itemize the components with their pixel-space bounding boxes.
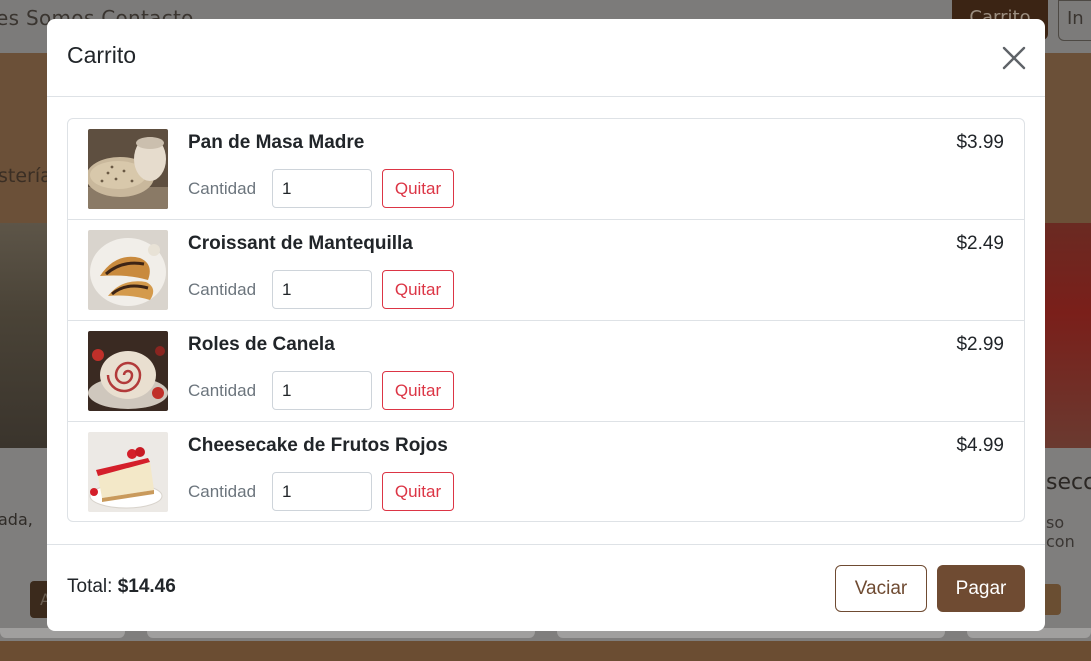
background-hero-text: stería [0,165,52,187]
cart-modal: Carrito Pan de Masa Madre Cantidad 1 Qui… [47,19,1045,631]
pay-button[interactable]: Pagar [937,565,1025,612]
item-price: $2.49 [956,233,1004,254]
item-price: $3.99 [956,132,1004,153]
total-value: $14.46 [117,576,176,597]
quantity-input[interactable] [272,371,372,410]
background-login-button: In [1058,0,1091,41]
quantity-input[interactable] [272,169,372,208]
quantity-label: Cantidad [188,482,257,501]
remove-button[interactable]: Quitar [382,371,454,410]
product-image-sourdough [88,129,168,209]
item-price: $4.99 [956,435,1004,456]
background-product-image-left [0,223,47,448]
item-name: Cheesecake de Frutos Rojos [188,435,448,456]
background-card-text-right: so con [1046,513,1075,551]
item-name: Croissant de Mantequilla [188,233,413,254]
modal-body: Pan de Masa Madre Cantidad Quitar $3.99 [47,97,1045,544]
quantity-input[interactable] [272,270,372,309]
modal-footer: Total: $14.46 Vaciar Pagar [47,544,1045,631]
product-image-cheesecake [88,432,168,512]
cart-item: Cheesecake de Frutos Rojos Cantidad Quit… [68,422,1024,523]
cart-item: Croissant de Mantequilla Cantidad Quitar… [68,220,1024,321]
remove-button[interactable]: Quitar [382,270,454,309]
product-image-croissant [88,230,168,310]
background-card-title-right: secc [1046,470,1091,495]
quantity-label: Cantidad [188,381,257,400]
item-name: Pan de Masa Madre [188,132,365,153]
close-button[interactable] [999,43,1029,73]
cart-item: Roles de Canela Cantidad Quitar $2.99 [68,321,1024,422]
quantity-label: Cantidad [188,280,257,299]
total-label: Total: [67,576,113,597]
cart-total: Total: $14.46 [67,576,176,598]
modal-header: Carrito [47,19,1045,97]
remove-button[interactable]: Quitar [382,472,454,511]
cart-item-list: Pan de Masa Madre Cantidad Quitar $3.99 [67,118,1025,522]
item-name: Roles de Canela [188,334,335,355]
product-image-cinnamon-roll [88,331,168,411]
background-footer [0,641,1091,661]
quantity-input[interactable] [272,472,372,511]
quantity-label: Cantidad [188,179,257,198]
cart-item: Pan de Masa Madre Cantidad Quitar $3.99 [68,119,1024,220]
background-product-image-right [1045,223,1091,448]
modal-title: Carrito [67,42,137,68]
close-icon [1002,46,1026,70]
background-card-text-left: ada, [0,510,33,529]
item-price: $2.99 [956,334,1004,355]
empty-cart-button[interactable]: Vaciar [835,565,927,612]
remove-button[interactable]: Quitar [382,169,454,208]
